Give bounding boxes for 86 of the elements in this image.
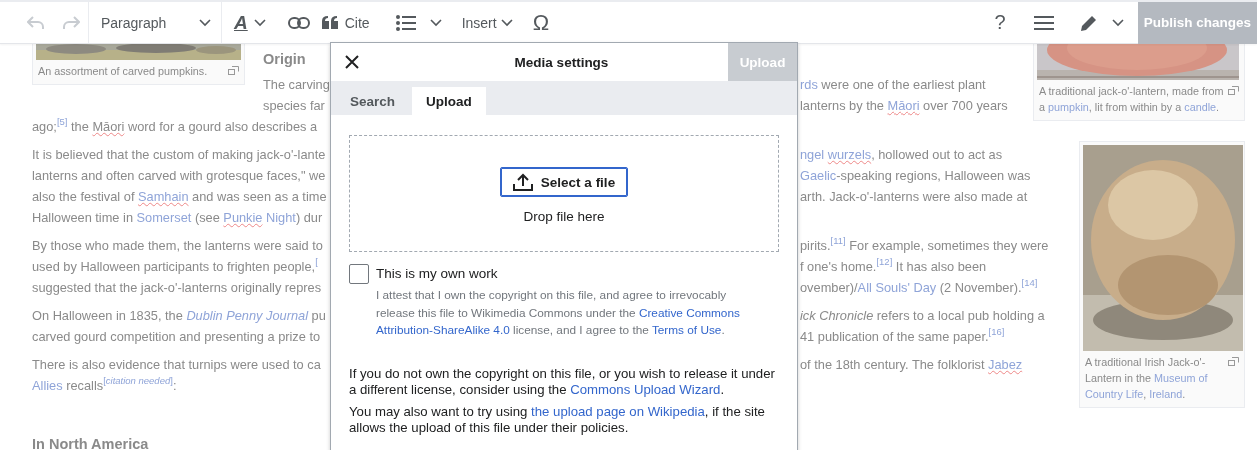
article-text: ovember)/All Souls' Day (2 November).$^{[14]}$: [800, 280, 1038, 295]
caret-icon: [1111, 18, 1124, 27]
figure-caption: A traditional Irish Jack-o'-Lantern in the Museum of Country Life, Ireland.: [1085, 355, 1209, 402]
enlarge-icon[interactable]: [228, 66, 239, 75]
special-character-button[interactable]: Ω: [532, 9, 550, 36]
article-text: By those who made them, the lanterns were said to: [32, 238, 323, 253]
enlarge-icon[interactable]: [1228, 357, 1239, 366]
article-text: arth. Jack-o'-lanterns were also made at: [800, 189, 1028, 204]
text-link[interactable]: Dublin Penny Journal: [186, 308, 309, 323]
article-text: On Halloween in 1835, the Dublin Penny Journal pu: [32, 308, 326, 323]
article-text: ick Chronicle refers to a local pub holding a: [800, 308, 1045, 323]
text-link[interactable]: Gaelic: [800, 168, 837, 183]
article-text: ago;$^{[5]}$ the Māori word for a gourd also describes a: [32, 119, 318, 134]
text-link[interactable]: candle: [1184, 101, 1217, 113]
article-text: pirits.$^{[11]}$ For example, sometimes they were: [800, 238, 1049, 253]
caret-icon: [429, 18, 442, 27]
cite-button[interactable]: Cite: [321, 14, 370, 31]
section-heading: In North America: [32, 436, 149, 450]
text-link[interactable]: Māori: [887, 98, 920, 113]
article-text: 41 publication of the same paper.$^{[16]}$: [800, 329, 1005, 344]
text-link[interactable]: ngel: [800, 147, 828, 162]
reference-link[interactable]: [: [315, 256, 318, 267]
figure-caption: A traditional jack-o'-lantern, made from a pumpkin, lit from within by a candle.: [1039, 84, 1224, 115]
upload-icon: [512, 173, 533, 191]
article-text: rds were one of the earliest plant: [800, 77, 986, 92]
insert-menu-button[interactable]: Insert: [461, 14, 497, 31]
text-link[interactable]: rds: [800, 77, 818, 92]
reference-link[interactable]: [16]: [988, 326, 1005, 337]
note-text: If you do not own the copyright on this file, or you wish to release it under a different license, consider using the Commons Upload Wizard.: [349, 365, 776, 398]
close-icon[interactable]: [345, 55, 359, 69]
text-link[interactable]: Jabez: [988, 357, 1023, 372]
text-link[interactable]: Night: [262, 210, 296, 225]
reference-link[interactable]: [11]: [830, 235, 846, 246]
quote-icon: [321, 16, 339, 29]
text-link[interactable]: Creative Commons: [638, 305, 740, 320]
article-text: lanterns by the Māori over 700 years: [800, 98, 1008, 113]
note-text: You may also want to try using the upload page on Wikipedia, if the site allows the upload of this file under their policies.: [349, 403, 766, 436]
text-link[interactable]: Punkie: [223, 210, 263, 225]
article-text: also the festival of Samhain and was seen as a time: [32, 189, 327, 204]
reference-link[interactable]: [5]: [56, 116, 68, 127]
article-text: ngel wurzels, hollowed out to act as: [800, 147, 1003, 162]
text-style-button[interactable]: A: [234, 11, 248, 34]
dialog-tab[interactable]: Search: [337, 87, 409, 115]
link-icon[interactable]: [287, 16, 310, 29]
article-text: It is believed that the custom of making jack-o'-lante: [32, 147, 326, 162]
text-link[interactable]: Somerset: [136, 210, 192, 225]
article-text: lanterns and often carved with grotesque faces," we: [32, 168, 326, 183]
text-link[interactable]: pumpkin: [1048, 101, 1089, 113]
dialog-tab[interactable]: Upload: [412, 87, 486, 115]
caret-icon: [199, 18, 211, 27]
section-heading: Origin: [263, 51, 306, 67]
article-text: used by Halloween participants to frighten people,$^{[}$: [32, 259, 318, 274]
caret-icon: [500, 18, 513, 27]
article-text: There is also evidence that turnips were used to ca: [32, 357, 321, 372]
checkbox[interactable]: [349, 264, 369, 284]
menu-icon[interactable]: [1033, 14, 1054, 31]
text-link[interactable]: the upload page on Wikipedia: [531, 403, 705, 419]
drop-hint: Drop file here: [523, 209, 605, 224]
checkbox-label[interactable]: This is my own work: [376, 264, 766, 284]
text-link[interactable]: Attribution-ShareAlike 4.0: [376, 323, 510, 337]
drop-zone[interactable]: Select a file Drop file here: [349, 135, 779, 252]
help-button[interactable]: ?: [994, 11, 1006, 34]
enlarge-icon[interactable]: [1228, 86, 1239, 95]
text-link[interactable]: Museum of: [1154, 372, 1208, 384]
caret-icon: [253, 18, 266, 27]
pencil-icon[interactable]: [1079, 13, 1098, 32]
paragraph-format-dropdown[interactable]: Paragraph: [89, 14, 197, 31]
article-text: The carving: [263, 77, 330, 92]
figure-caption: An assortment of carved pumpkins.: [38, 64, 209, 79]
reference-link[interactable]: [14]: [1021, 277, 1038, 288]
text-link[interactable]: Allies: [32, 378, 63, 393]
text-link[interactable]: Samhain: [138, 189, 189, 204]
article-text: f one's home.$^{[12]}$ It has also been: [800, 259, 987, 274]
select-file-button[interactable]: Select a file: [499, 167, 629, 197]
article-text: suggested that the jack-o'-lanterns originally repres: [32, 280, 322, 295]
reference-link[interactable]: [citation needed]: [103, 375, 173, 386]
article-text: species far: [263, 98, 325, 113]
article-text: Gaelic-speaking regions, Halloween was: [800, 168, 1031, 183]
license-description: I attest that I own the copyright on this file, and agree to irrevocably release this file to Wikimedia Commons under the Creative Commons Attribution-ShareAlike 4.0 license, and I agree to the Terms of Use.: [376, 287, 741, 339]
dialog-title: Media settings: [513, 54, 610, 70]
text-link[interactable]: All Souls' Day: [857, 280, 937, 295]
article-text: Halloween time in Somerset (see Punkie Night) dur: [32, 210, 323, 225]
reference-link[interactable]: [12]: [876, 256, 893, 267]
article-text: carved gourd competition and presenting a prize to: [32, 329, 321, 344]
list-icon[interactable]: [395, 14, 416, 31]
article-text: of the 18th century. The folklorist Jabez: [800, 357, 1023, 372]
